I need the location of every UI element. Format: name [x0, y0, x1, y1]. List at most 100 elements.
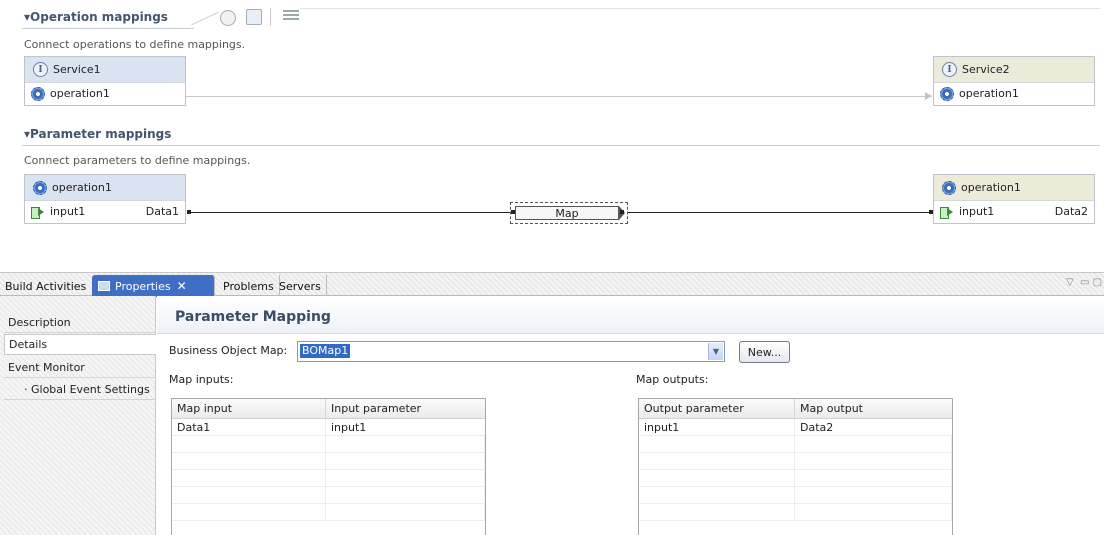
table-row[interactable]: Data1 input1 [172, 419, 485, 436]
toolbar-separator [270, 8, 271, 26]
tab-label: Servers [279, 279, 321, 293]
output-connection[interactable] [628, 212, 930, 213]
table-cell: Data1 [172, 419, 326, 435]
sidebar-item-event-monitor[interactable]: Event Monitor [4, 357, 156, 378]
properties-content: Parameter Mapping Business Object Map: B… [157, 296, 1104, 535]
parameter-mappings-title[interactable]: ▾Parameter mappings [24, 127, 171, 141]
parameter-icon [31, 206, 45, 219]
column-header[interactable]: Output parameter [639, 399, 795, 418]
sidebar-item-global-event-settings[interactable]: · Global Event Settings [4, 379, 156, 400]
table-row[interactable] [172, 436, 485, 453]
sidebar-item-details[interactable]: Details [4, 334, 156, 355]
operation-mappings-divider-right [300, 8, 1100, 9]
layout-icon[interactable] [283, 10, 299, 22]
source-parameter-row[interactable]: input1 Data1 [25, 200, 185, 222]
tab-label: Problems [223, 279, 274, 293]
table-cell [795, 504, 952, 520]
sidebar-item-description[interactable]: Description [4, 312, 156, 333]
target-param-type: Data2 [1054, 205, 1088, 218]
new-button[interactable]: New... [739, 341, 790, 363]
cell-text: Data2 [800, 420, 834, 434]
map-outputs-table[interactable]: Output parameter Map output input1 Data2 [638, 398, 953, 535]
document-icon[interactable] [246, 9, 262, 25]
table-row[interactable] [639, 504, 952, 521]
sidebar-item-label: Event Monitor [8, 360, 85, 374]
table-cell [795, 453, 952, 469]
column-header[interactable]: Map input [172, 399, 326, 418]
map-input-dot [511, 210, 515, 214]
table-cell [172, 487, 326, 503]
table-cell [639, 436, 795, 452]
table-cell [326, 470, 485, 486]
source-interface-box[interactable]: I Service1 operation1 [24, 56, 186, 106]
target-param-name: input1 [959, 205, 995, 218]
source-operation-row[interactable]: operation1 [25, 82, 185, 104]
cell-text: input1 [331, 420, 367, 434]
bo-map-select[interactable]: BOMap1 ▼ [297, 341, 725, 362]
operation-connection[interactable] [186, 96, 932, 97]
table-row[interactable] [172, 470, 485, 487]
table-cell [326, 487, 485, 503]
target-operation-row[interactable]: operation1 [934, 82, 1094, 104]
table-row[interactable] [172, 504, 485, 521]
column-header-label: Input parameter [331, 402, 422, 415]
operation-gear-icon [942, 180, 956, 195]
table-row[interactable] [172, 453, 485, 470]
column-header[interactable]: Input parameter [326, 399, 485, 418]
table-row[interactable] [639, 470, 952, 487]
parameter-icon [940, 206, 954, 219]
table-header: Map input Input parameter [172, 399, 485, 419]
close-icon[interactable]: ✕ [177, 279, 187, 293]
map-inputs-table[interactable]: Map input Input parameter Data1 input1 [171, 398, 486, 535]
tab-servers[interactable]: Servers [274, 275, 327, 297]
table-row[interactable] [172, 487, 485, 504]
tab-build-activities[interactable]: Build Activities [0, 275, 91, 297]
target-parameter-row[interactable]: input1 Data2 [934, 200, 1094, 222]
sidebar-item-label: · Global Event Settings [24, 382, 150, 396]
maximize-icon[interactable]: ▭ ▢ [1080, 277, 1102, 288]
column-header[interactable]: Map output [795, 399, 952, 418]
table-cell [326, 453, 485, 469]
table-header: Output parameter Map output [639, 399, 952, 419]
source-interface-name: Service1 [53, 63, 101, 76]
target-operation-box[interactable]: operation1 input1 Data2 [933, 174, 1095, 224]
table-row[interactable] [639, 487, 952, 504]
operation-gear-icon [31, 86, 45, 101]
source-param-name: input1 [50, 205, 86, 218]
table-cell [326, 504, 485, 520]
view-tab-bar: Build Activities Properties ✕ Problems S… [0, 272, 1104, 297]
minimize-icon[interactable]: ▽ [1066, 277, 1074, 288]
table-cell [326, 436, 485, 452]
table-row[interactable] [639, 436, 952, 453]
sidebar-item-label: Details [9, 338, 48, 351]
table-cell: Data2 [795, 419, 952, 435]
auto-map-icon[interactable] [220, 10, 236, 26]
operation-mappings-title[interactable]: ▾Operation mappings [24, 10, 168, 24]
table-cell [172, 453, 326, 469]
input-connection[interactable] [190, 212, 512, 213]
map-transform-node[interactable]: Map [510, 202, 628, 224]
table-row[interactable]: input1 Data2 [639, 419, 952, 436]
table-cell [795, 470, 952, 486]
table-row[interactable] [639, 453, 952, 470]
parameter-mappings-description: Connect parameters to define mappings. [24, 154, 251, 167]
chevron-down-icon[interactable]: ▼ [708, 343, 723, 360]
operation-gear-icon [33, 180, 47, 195]
operation-mappings-divider [22, 28, 194, 29]
source-op-name: operation1 [52, 181, 112, 194]
column-header-label: Output parameter [644, 402, 744, 415]
table-cell: input1 [326, 419, 485, 435]
tab-problems[interactable]: Problems [218, 275, 280, 297]
target-interface-name: Service2 [962, 63, 1010, 76]
page-title: Parameter Mapping [157, 296, 1104, 334]
source-operation-header: operation1 [25, 175, 185, 200]
target-interface-box[interactable]: I Service2 operation1 [933, 56, 1095, 106]
tab-properties[interactable]: Properties ✕ [92, 275, 215, 297]
map-inputs-label: Map inputs: [169, 373, 234, 386]
source-operation-box[interactable]: operation1 input1 Data1 [24, 174, 186, 224]
target-op-name: operation1 [961, 181, 1021, 194]
map-output-dot [620, 210, 624, 214]
table-cell [172, 470, 326, 486]
operation-gear-icon [940, 86, 954, 101]
table-cell [639, 487, 795, 503]
